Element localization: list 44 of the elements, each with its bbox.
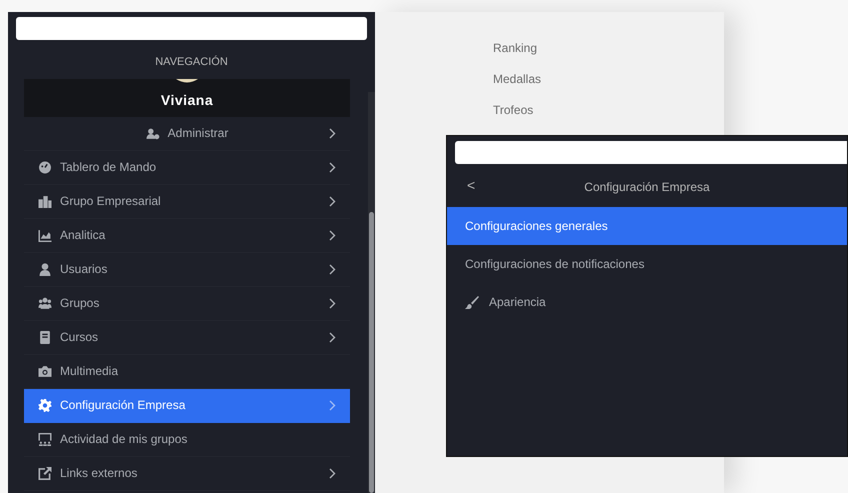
sidebar-heading: NAVEGACIÓN: [154, 54, 229, 70]
brush-icon: [465, 296, 479, 308]
sidebar-item[interactable]: Cursos: [24, 320, 350, 354]
chevron-icon: [329, 298, 336, 310]
chevron-icon: [329, 162, 336, 174]
popup-item[interactable]: Configuraciones generales: [447, 207, 847, 245]
user-cog-icon: [146, 126, 160, 140]
sidebar-item[interactable]: Actividad de mis grupos: [24, 422, 350, 456]
sidebar-item[interactable]: Analitica: [24, 218, 350, 252]
submenu-link[interactable]: Medallas: [493, 70, 542, 88]
sidebar-item[interactable]: Tablero de Mando: [24, 150, 350, 184]
submenu-link[interactable]: Trofeos: [493, 100, 534, 118]
chevron-icon: [329, 332, 336, 344]
chevron-icon: [329, 230, 336, 242]
sidebar-item[interactable]: Grupos: [24, 286, 350, 320]
scrollbar[interactable]: [368, 92, 375, 493]
search-field[interactable]: [16, 17, 367, 40]
camera-icon: [38, 364, 52, 378]
sidebar-item[interactable]: Grupo Empresarial: [24, 184, 350, 218]
sidebar-item[interactable]: Usuarios: [24, 252, 350, 286]
gauge-icon: [38, 160, 52, 174]
gear-icon: [38, 398, 52, 412]
sidebar-item[interactable]: Links externos: [24, 456, 350, 490]
presentation-icon: [38, 432, 52, 446]
book-icon: [38, 330, 52, 344]
popup-title: Configuración Empresa: [584, 179, 710, 196]
chevron-icon: [329, 468, 336, 480]
buildings-icon: [38, 194, 52, 208]
external-link-icon: [38, 466, 52, 480]
sidebar-item[interactable]: Administrar: [24, 116, 350, 150]
area-chart-icon: [38, 228, 52, 242]
user-name: Viviana: [160, 90, 214, 110]
user-icon: [38, 262, 52, 276]
users-icon: [38, 296, 52, 310]
popup-item[interactable]: Configuraciones de notificaciones: [447, 245, 847, 283]
back-button[interactable]: <: [463, 175, 480, 196]
chevron-icon: [329, 400, 336, 412]
chevron-icon: [329, 264, 336, 276]
chevron-icon: [329, 196, 336, 208]
chevron-icon: [329, 128, 336, 140]
search-field[interactable]: [455, 141, 847, 164]
sidebar-item[interactable]: Configuración Empresa: [24, 388, 350, 422]
submenu-link[interactable]: Ranking: [493, 38, 538, 56]
popup-item[interactable]: Apariencia: [447, 283, 847, 321]
